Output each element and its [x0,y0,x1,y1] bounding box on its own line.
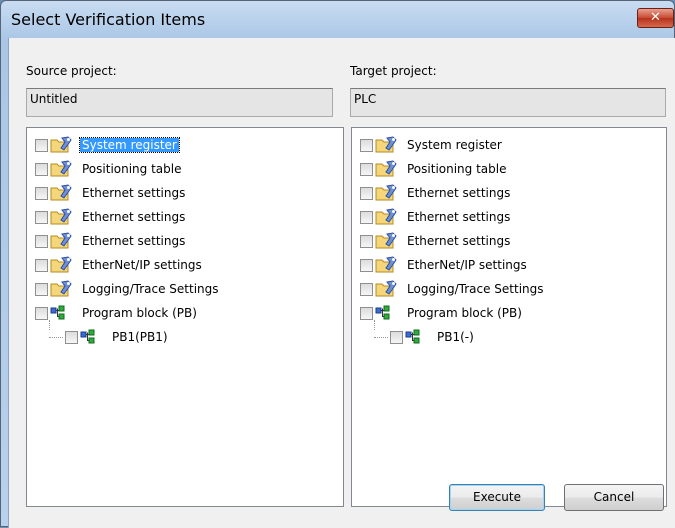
cancel-button[interactable]: Cancel [564,484,664,511]
folder-wrench-icon [375,160,399,178]
execute-button[interactable]: Execute [449,484,545,511]
tree-item[interactable]: Ethernet settings [360,182,512,204]
tree-item-label: Positioning table [82,162,182,176]
folder-wrench-icon [50,160,74,178]
tree-connector [374,337,388,338]
close-button[interactable]: ✕ [637,8,674,28]
tree-child-item[interactable]: PB1(-) [390,326,476,348]
tree-child-label: PB1(PB1) [112,330,168,344]
tree-item-label: EtherNet/IP settings [407,258,527,272]
item-checkbox[interactable] [360,186,373,200]
tree-item-label: Positioning table [407,162,507,176]
source-project-label: Source project: [26,64,117,78]
folder-wrench-icon [375,280,399,298]
tree-item[interactable]: Positioning table [360,158,509,180]
folder-wrench-icon [375,184,399,202]
dialog-client-area: Source project: Untitled System register… [8,38,675,528]
folder-wrench-icon [375,232,399,250]
tree-item-label: System register [407,138,502,152]
item-checkbox[interactable] [35,306,48,320]
tree-item-label: System register [79,137,180,153]
tree-item[interactable]: Program block (PB) [35,302,199,324]
target-project-field: PLC [350,88,666,117]
program-block-icon [50,304,74,322]
tree-item-label: Program block (PB) [407,306,522,320]
tree-item-label: Ethernet settings [407,234,511,248]
tree-item[interactable]: Positioning table [35,158,184,180]
item-checkbox[interactable] [360,210,373,224]
tree-item[interactable]: Logging/Trace Settings [35,278,221,300]
item-checkbox[interactable] [65,330,78,344]
tree-item-label: Program block (PB) [82,306,197,320]
item-checkbox[interactable] [35,234,48,248]
item-checkbox[interactable] [35,138,48,152]
tree-child-label: PB1(-) [437,330,474,344]
program-block-icon [80,328,104,346]
tree-item[interactable]: Ethernet settings [35,206,187,228]
tree-item-label: Ethernet settings [407,210,511,224]
tree-item-label: Logging/Trace Settings [82,282,219,296]
tree-item[interactable]: Ethernet settings [360,230,512,252]
item-checkbox[interactable] [35,282,48,296]
tree-connector [49,337,63,338]
dialog-title: Select Verification Items [11,10,206,29]
item-checkbox[interactable] [35,162,48,176]
item-checkbox[interactable] [35,186,48,200]
folder-wrench-icon [375,256,399,274]
item-checkbox[interactable] [360,138,373,152]
tree-item-label: Ethernet settings [82,210,186,224]
tree-item-label: EtherNet/IP settings [82,258,202,272]
tree-item-label: Ethernet settings [82,186,186,200]
folder-wrench-icon [50,208,74,226]
item-checkbox[interactable] [360,258,373,272]
tree-connector [374,320,375,330]
tree-child-item[interactable]: PB1(PB1) [65,326,170,348]
target-tree[interactable]: System register Positioning table Ethernet… [351,127,667,507]
tree-item[interactable]: EtherNet/IP settings [360,254,529,276]
tree-item[interactable]: System register [360,134,504,156]
item-checkbox[interactable] [35,258,48,272]
folder-wrench-icon [50,184,74,202]
program-block-icon [405,328,429,346]
tree-item[interactable]: Logging/Trace Settings [360,278,546,300]
item-checkbox[interactable] [390,330,403,344]
folder-wrench-icon [375,208,399,226]
folder-wrench-icon [50,280,74,298]
item-checkbox[interactable] [360,162,373,176]
tree-item[interactable]: System register [35,134,180,156]
item-checkbox[interactable] [360,306,373,320]
tree-connector [49,320,50,330]
tree-item[interactable]: Ethernet settings [360,206,512,228]
folder-wrench-icon [375,136,399,154]
tree-item[interactable]: EtherNet/IP settings [35,254,204,276]
tree-item[interactable]: Ethernet settings [35,230,187,252]
tree-item-label: Ethernet settings [82,234,186,248]
source-tree[interactable]: System register Positioning table Ethernet… [26,127,344,507]
program-block-icon [375,304,399,322]
source-project-field: Untitled [26,88,333,117]
folder-wrench-icon [50,232,74,250]
item-checkbox[interactable] [360,282,373,296]
item-checkbox[interactable] [35,210,48,224]
tree-item-label: Logging/Trace Settings [407,282,544,296]
folder-wrench-icon [50,136,74,154]
dialog-window: Select Verification Items ✕ Source proje… [0,0,675,528]
tree-item-label: Ethernet settings [407,186,511,200]
target-project-label: Target project: [350,64,437,78]
tree-item[interactable]: Program block (PB) [360,302,524,324]
tree-item[interactable]: Ethernet settings [35,182,187,204]
folder-wrench-icon [50,256,74,274]
item-checkbox[interactable] [360,234,373,248]
